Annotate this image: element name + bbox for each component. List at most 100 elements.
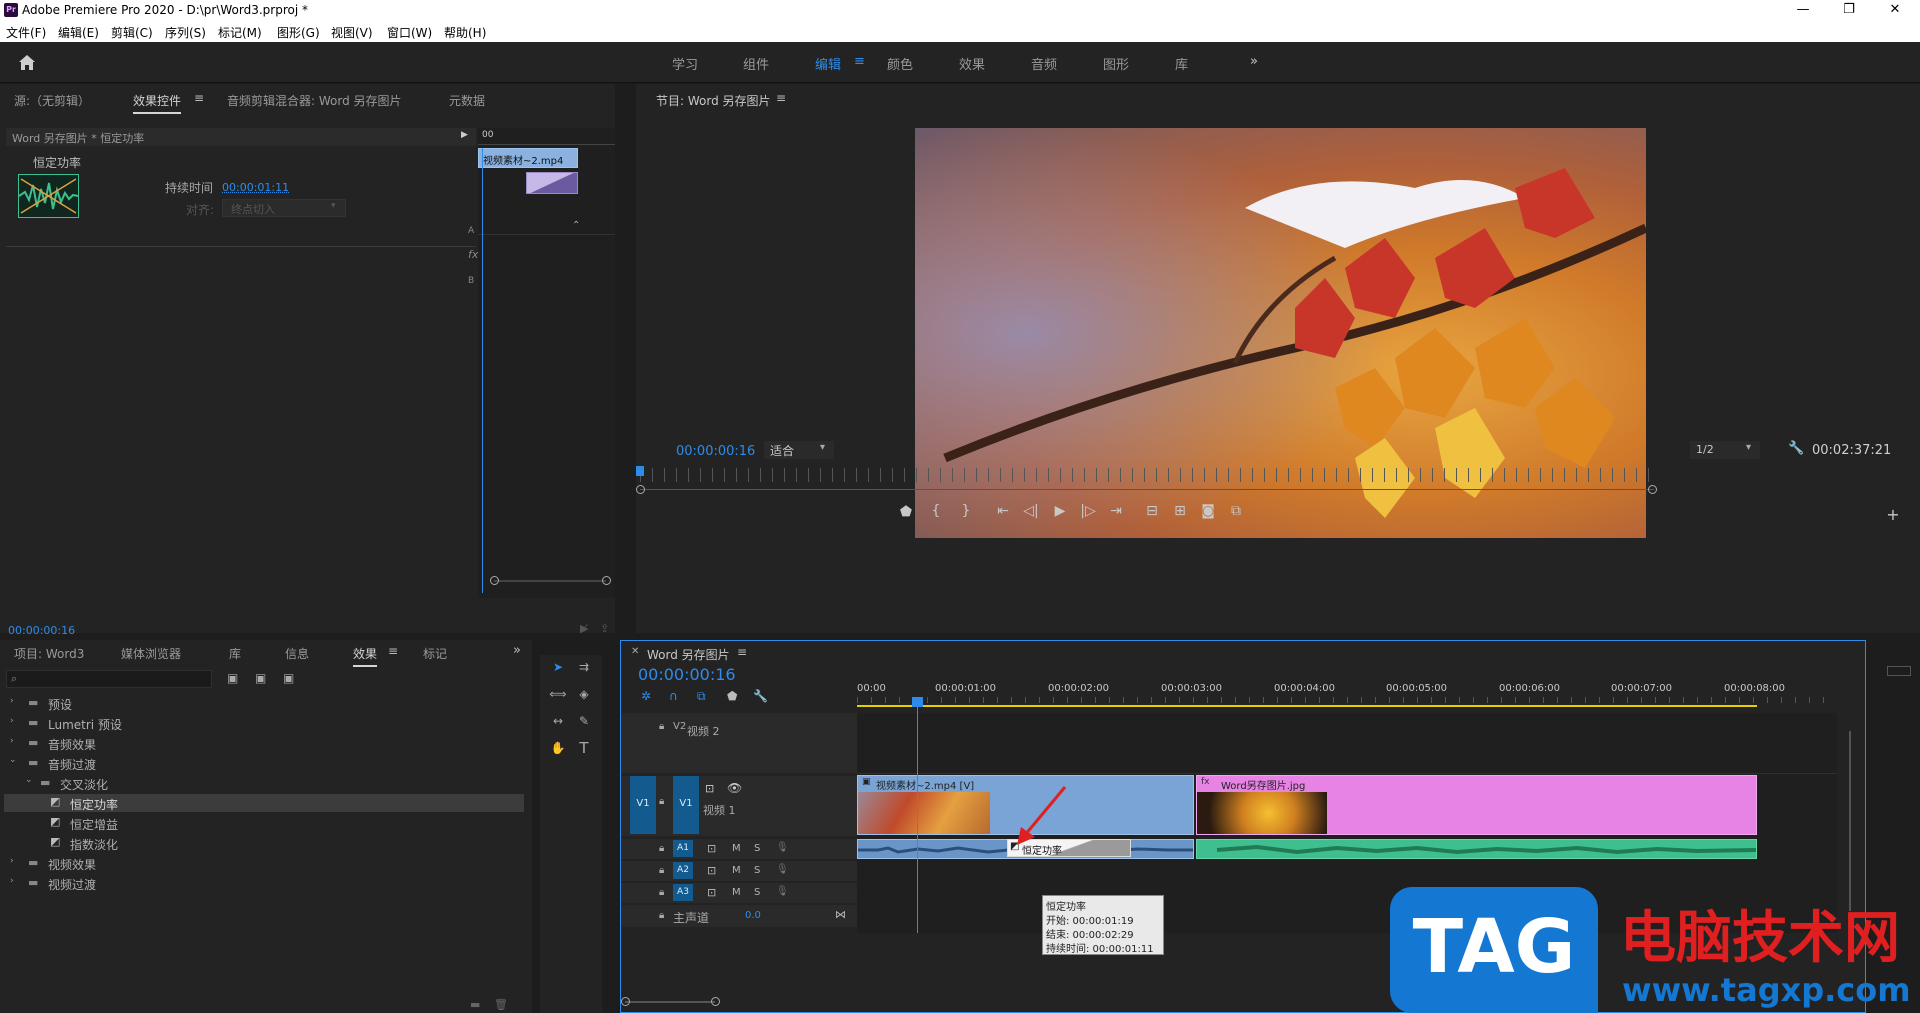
minimize-button[interactable]: —	[1780, 0, 1826, 21]
add-button-icon[interactable]: +	[1883, 505, 1903, 524]
hand-tool-icon[interactable]: ✋	[548, 738, 568, 758]
tree-item-constant-power[interactable]: ◩ 恒定功率	[4, 794, 524, 812]
chevron-right-icon[interactable]: ›	[10, 716, 14, 726]
type-tool-icon[interactable]: T	[574, 738, 594, 758]
audio-clip-2[interactable]	[1196, 839, 1757, 859]
tab-info[interactable]: 信息	[285, 645, 309, 662]
program-zoom-bar[interactable]	[640, 489, 1654, 490]
tab-audio-clip-mixer[interactable]: 音频剪辑混合器: Word 另存图片	[227, 92, 402, 109]
tree-item-presets[interactable]: › ▬ 预设	[4, 694, 524, 712]
workspace-more-icon[interactable]: »	[1250, 54, 1258, 69]
workspace-graphics[interactable]: 图形	[1103, 54, 1129, 73]
tree-item-exponential-fade[interactable]: ◩ 指数淡化	[4, 834, 524, 852]
scroll-handle-right[interactable]	[711, 997, 720, 1006]
snap-icon[interactable]: ∩	[669, 689, 678, 703]
workspace-learn[interactable]: 学习	[672, 54, 698, 73]
chevron-right-icon[interactable]: ›	[10, 696, 14, 706]
sequence-menu-icon[interactable]: ≡	[737, 645, 747, 659]
menu-file[interactable]: 文件(F)	[6, 24, 46, 41]
tree-item-lumetri[interactable]: › ▬ Lumetri 预设	[4, 714, 524, 732]
solo-button[interactable]: S	[754, 843, 760, 854]
go-to-out-icon[interactable]: ⇥	[1106, 503, 1126, 519]
solo-button[interactable]: S	[754, 887, 760, 898]
tree-item-video-transitions[interactable]: › ▬ 视频过渡	[4, 874, 524, 892]
lock-icon[interactable]: 🔒︎	[659, 843, 664, 854]
close-button[interactable]: ✕	[1872, 0, 1918, 21]
toggle-sync-icon[interactable]: ⊡	[705, 782, 714, 795]
menu-sequence[interactable]: 序列(S)	[165, 24, 206, 41]
home-icon[interactable]	[18, 54, 36, 71]
lock-icon[interactable]: 🔒︎	[659, 887, 664, 898]
timeline-settings-wrench-icon[interactable]: 🔧	[753, 689, 768, 703]
resolution-select[interactable]: 1/2 ▾	[1690, 441, 1760, 459]
zoom-handle-left[interactable]	[490, 576, 499, 585]
program-menu-icon[interactable]: ≡	[776, 91, 786, 105]
accelerated-effects-icon[interactable]: ▣	[227, 671, 238, 685]
compare-view-icon[interactable]: ⧉	[1226, 503, 1246, 519]
mic-icon[interactable]: 🎙︎	[776, 886, 789, 897]
add-marker-icon[interactable]: ⬟	[896, 504, 916, 520]
chevron-right-icon[interactable]: ›	[10, 736, 14, 746]
a2-target[interactable]: A2	[673, 862, 693, 879]
workspace-assembly[interactable]: 组件	[743, 54, 769, 73]
mini-transition[interactable]	[526, 172, 578, 194]
workspace-color[interactable]: 颜色	[887, 54, 913, 73]
program-timecode[interactable]: 00:00:00:16	[676, 444, 755, 459]
timeline-vertical-scrollbar[interactable]	[1849, 731, 1851, 911]
yuv-effects-icon[interactable]: ▣	[283, 671, 294, 685]
maximize-button[interactable]: ❐	[1826, 0, 1872, 21]
menu-view[interactable]: 视图(V)	[331, 24, 373, 41]
delete-icon[interactable]: 🗑	[494, 998, 508, 1011]
program-zoom-left[interactable]	[636, 485, 645, 494]
workspace-menu-icon[interactable]: ≡	[854, 54, 865, 69]
tab-project[interactable]: 项目: Word3	[14, 645, 84, 662]
play-icon[interactable]: ▶	[1050, 503, 1070, 519]
scroll-handle-left[interactable]	[621, 997, 630, 1006]
mini-clip[interactable]: 视频素材~2.mp4	[478, 148, 578, 168]
track-select-tool-icon[interactable]: ⇉	[574, 657, 594, 677]
tab-effects[interactable]: 效果	[353, 645, 378, 667]
mute-button[interactable]: M	[732, 887, 741, 898]
v1-target[interactable]: V1	[673, 776, 699, 834]
timeline-playhead[interactable]	[917, 697, 918, 933]
toggle-sync-icon[interactable]: ⊡	[707, 886, 716, 899]
menu-window[interactable]: 窗口(W)	[387, 24, 432, 41]
effect-timecode[interactable]: 00:00:00:16	[8, 624, 75, 637]
toggle-sync-icon[interactable]: ⊡	[707, 842, 716, 855]
play-arrow-icon[interactable]: ▶	[461, 130, 468, 140]
add-marker-icon[interactable]: ⬟	[727, 689, 737, 703]
tab-metadata[interactable]: 元数据	[449, 92, 485, 109]
menu-marker[interactable]: 标记(M)	[218, 24, 262, 41]
master-expand-icon[interactable]: ⋈	[835, 908, 846, 921]
extract-icon[interactable]: ⊞	[1170, 503, 1190, 519]
menu-clip[interactable]: 剪辑(C)	[111, 24, 153, 41]
workspace-effects[interactable]: 效果	[959, 54, 985, 73]
step-back-icon[interactable]: ◁|	[1021, 503, 1041, 519]
export-frame-icon[interactable]: ◙	[1198, 503, 1218, 519]
collapse-icon[interactable]: ⌃	[572, 220, 580, 231]
close-sequence-icon[interactable]: ✕	[631, 646, 639, 657]
tree-item-constant-gain[interactable]: ◩ 恒定增益	[4, 814, 524, 832]
lock-icon[interactable]: 🔒︎	[659, 721, 664, 732]
a3-target[interactable]: A3	[673, 884, 693, 901]
v1-source-patch[interactable]: V1	[630, 776, 656, 834]
export-icon[interactable]: ⇪	[600, 622, 609, 635]
chevron-down-icon[interactable]: ⌄	[9, 755, 17, 765]
mute-button[interactable]: M	[732, 865, 741, 876]
lift-icon[interactable]: ⊟	[1142, 503, 1162, 519]
32bit-effects-icon[interactable]: ▣	[255, 671, 266, 685]
image-clip[interactable]: fx Word另存图片.jpg	[1196, 775, 1757, 835]
effects-menu-icon[interactable]: ≡	[388, 644, 398, 658]
align-select[interactable]: 终点切入 ▾	[222, 199, 346, 217]
timeline-horizontal-scrollbar[interactable]	[625, 1001, 715, 1003]
menu-graphics[interactable]: 图形(G)	[277, 24, 320, 41]
workspace-libraries[interactable]: 库	[1175, 54, 1188, 73]
linked-selection-icon[interactable]: ⧉	[697, 689, 706, 704]
tree-item-crossfade[interactable]: ⌄ ▬ 交叉淡化	[4, 774, 524, 792]
toggle-sync-icon[interactable]: ⊡	[707, 864, 716, 877]
master-value[interactable]: 0.0	[745, 910, 761, 921]
mute-button[interactable]: M	[732, 843, 741, 854]
chevron-right-icon[interactable]: ›	[10, 876, 14, 886]
time-ruler[interactable]: 00:00 00:00:01:00 00:00:02:00 00:00:03:0…	[857, 679, 1837, 711]
menu-edit[interactable]: 编辑(E)	[58, 24, 99, 41]
